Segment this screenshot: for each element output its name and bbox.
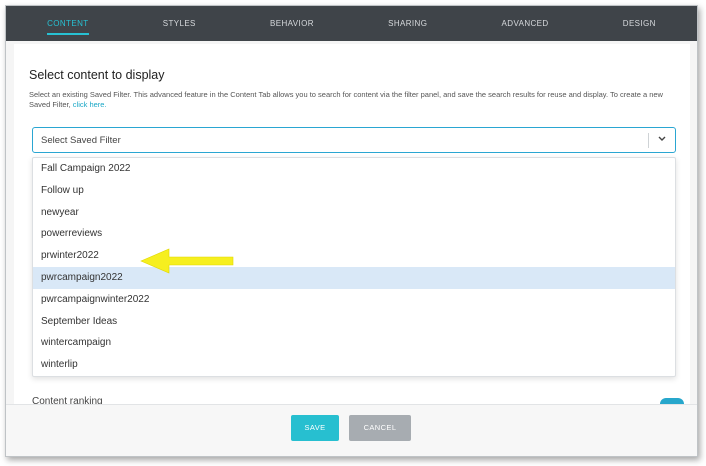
dropdown-option[interactable]: wintercampaign <box>33 332 675 354</box>
content-ranking-label: Content ranking <box>32 396 103 404</box>
dropdown-option-highlighted[interactable]: pwrcampaign2022 <box>33 266 675 289</box>
tab-sharing[interactable]: SHARING <box>380 6 435 41</box>
tab-behavior[interactable]: BEHAVIOR <box>262 6 322 41</box>
dropdown-option[interactable]: prwinter2022 <box>33 245 675 267</box>
saved-filter-dropdown: Fall Campaign 2022 Follow up newyear pow… <box>32 157 676 377</box>
description-text: Select an existing Saved Filter. This ad… <box>29 90 663 109</box>
select-placeholder: Select Saved Filter <box>41 135 121 146</box>
arrow-head <box>140 248 234 274</box>
dropdown-option[interactable]: winterlip <box>33 354 675 376</box>
saved-filter-select[interactable]: Select Saved Filter <box>32 127 676 153</box>
section-heading: Select content to display <box>29 68 165 82</box>
tab-design[interactable]: DESIGN <box>615 6 664 41</box>
modal-footer: SAVE CANCEL <box>6 404 697 456</box>
chevron-down-icon[interactable] <box>657 133 667 148</box>
section-description: Select an existing Saved Filter. This ad… <box>29 90 669 110</box>
tab-styles[interactable]: STYLES <box>155 6 204 41</box>
save-button[interactable]: SAVE <box>291 415 339 441</box>
cancel-button[interactable]: CANCEL <box>349 415 411 441</box>
dropdown-option[interactable]: September Ideas <box>33 311 675 333</box>
dropdown-option[interactable]: powerreviews <box>33 223 675 245</box>
create-filter-link[interactable]: click here. <box>73 100 107 109</box>
editor-modal: CONTENT STYLES BEHAVIOR SHARING ADVANCED… <box>5 5 698 457</box>
tab-content[interactable]: CONTENT <box>39 6 96 41</box>
dropdown-option[interactable]: pwrcampaignwinter2022 <box>33 289 675 311</box>
tab-bar: CONTENT STYLES BEHAVIOR SHARING ADVANCED… <box>6 6 697 41</box>
dropdown-option[interactable]: Fall Campaign 2022 <box>33 158 675 180</box>
dropdown-option[interactable]: newyear <box>33 202 675 224</box>
select-divider <box>648 133 649 148</box>
content-panel: Select content to display Select an exis… <box>14 44 690 404</box>
dropdown-option[interactable]: Follow up <box>33 180 675 202</box>
yellow-arrow-annotation <box>140 248 234 274</box>
tab-advanced[interactable]: ADVANCED <box>494 6 557 41</box>
